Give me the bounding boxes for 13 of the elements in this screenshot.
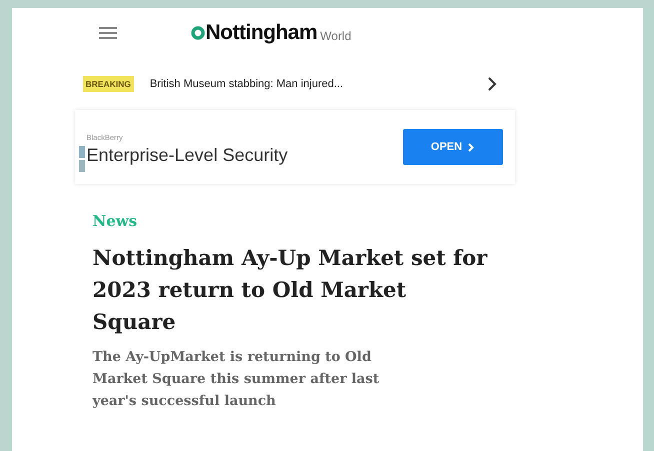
open-button[interactable]: OPEN: [402, 129, 502, 165]
article-summary: The Ay-UpMarket is returning to Old Market Square this summer after last year's successful launch: [92, 348, 380, 411]
breaking-label: BREAKING: [82, 76, 134, 92]
menu-icon[interactable]: [98, 26, 116, 40]
breaking-headline[interactable]: British Museum stabbing: Man injured...: [150, 78, 344, 90]
chevron-right-icon[interactable]: [486, 76, 496, 92]
ad-choices-icon: [78, 146, 84, 172]
logo-icon: [190, 26, 204, 40]
ad-title[interactable]: Enterprise-Level Security: [86, 144, 288, 166]
logo-suffix: World: [320, 28, 352, 42]
chevron-right-icon: [468, 142, 474, 152]
logo-text[interactable]: Nottingham: [206, 21, 318, 45]
article-headline[interactable]: Nottingham Ay-Up Market set for 2023 return to Old Market Square: [92, 242, 488, 338]
